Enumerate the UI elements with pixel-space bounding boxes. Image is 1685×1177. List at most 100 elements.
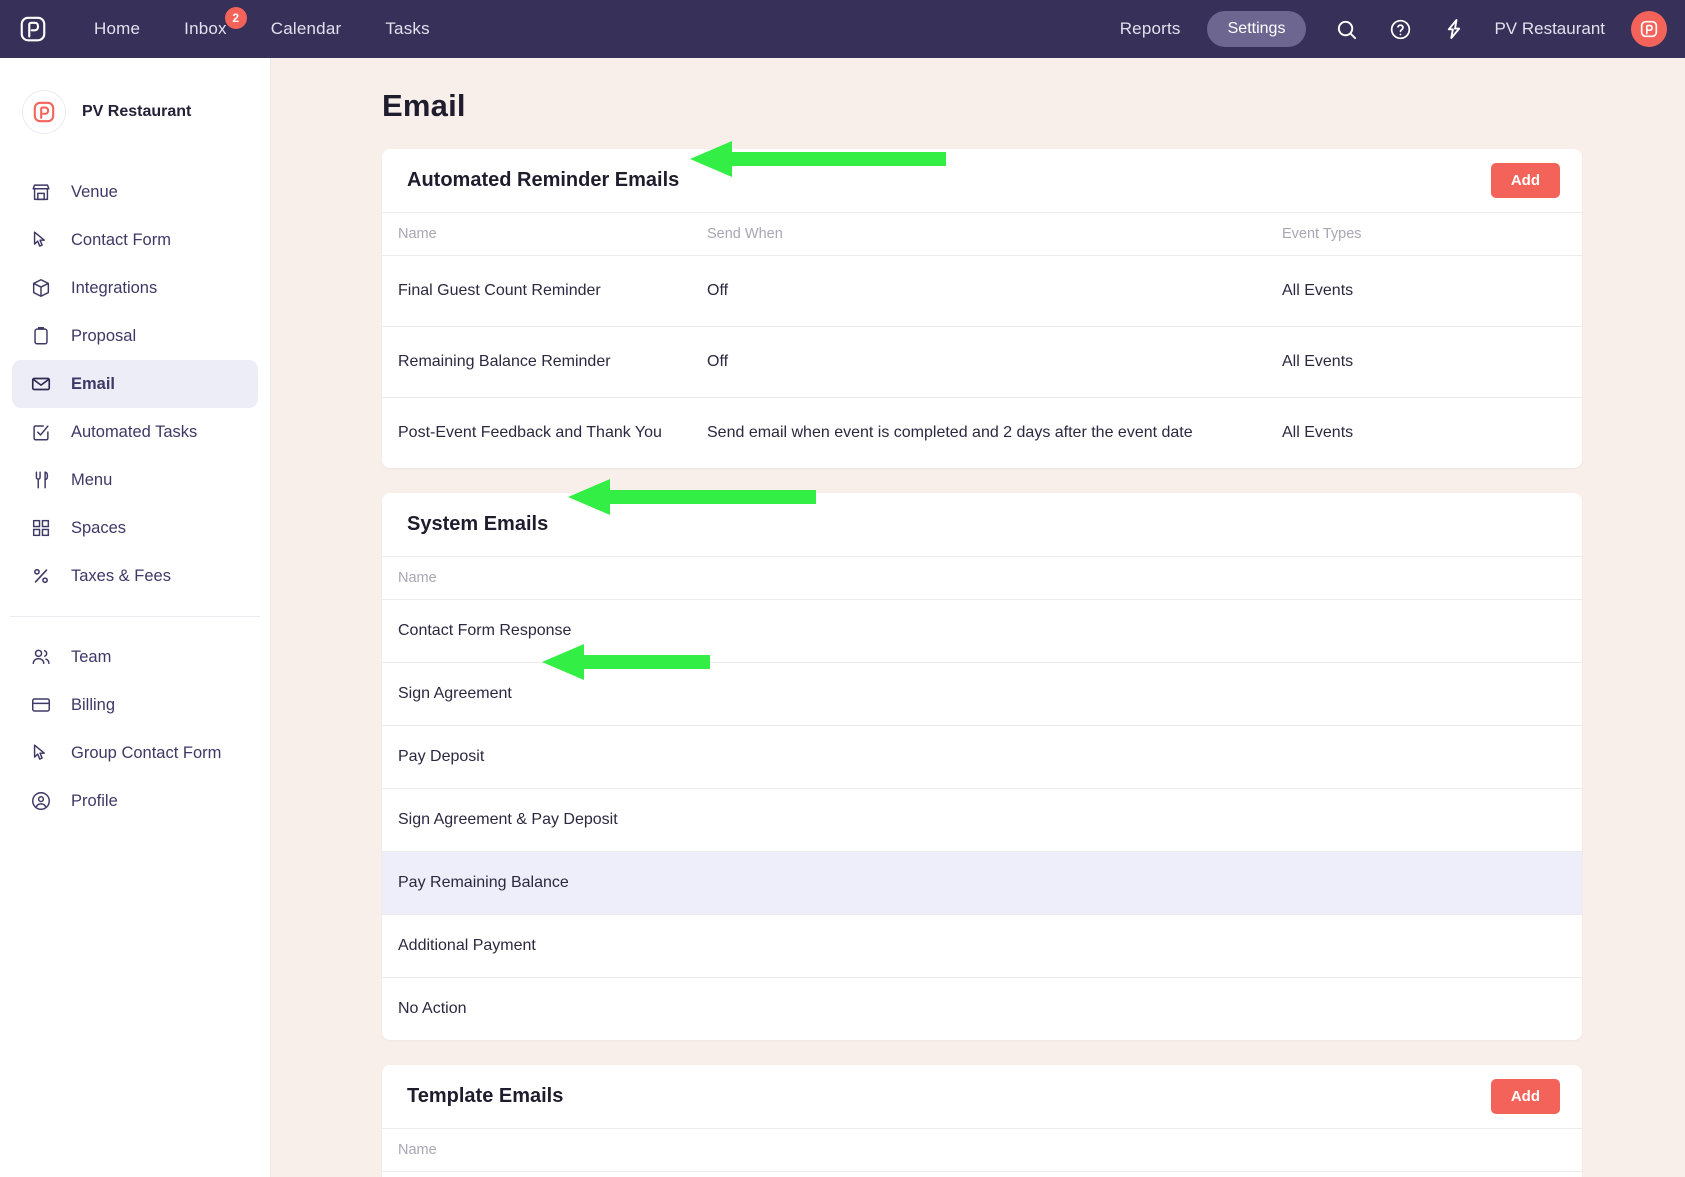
help-circle-icon[interactable] [1386, 15, 1414, 43]
column-header-name: Name [382, 556, 1582, 600]
search-icon[interactable] [1332, 15, 1360, 43]
nav-item-calendar-label: Calendar [270, 19, 342, 38]
table-row[interactable]: Remaining Balance Reminder Off All Event… [382, 326, 1582, 398]
sidebar-item-integrations[interactable]: Integrations [12, 264, 258, 312]
cell-name: Pay Remaining Balance [382, 851, 1582, 915]
cell-name: Additional Payment [382, 914, 1582, 978]
envelope-icon [29, 372, 53, 396]
sidebar-item-spaces[interactable]: Spaces [12, 504, 258, 552]
table-automated-reminder-emails: Name Send When Event Types Final Guest C… [382, 212, 1582, 468]
sidebar-item-automated-tasks[interactable]: Automated Tasks [12, 408, 258, 456]
cell-name: Sign Agreement & Pay Deposit [382, 788, 1582, 852]
sidebar-item-email-label: Email [71, 374, 116, 393]
sidebar-item-taxes-fees[interactable]: Taxes & Fees [12, 552, 258, 600]
cell-send-when: Off [707, 255, 1282, 327]
sidebar-item-profile[interactable]: Profile [12, 777, 258, 825]
sidebar-item-taxes-fees-label: Taxes & Fees [71, 566, 171, 585]
card-header-template: Template Emails Add [382, 1065, 1582, 1128]
column-header-event-types: Event Types [1282, 212, 1522, 256]
sidebar-item-billing[interactable]: Billing [12, 681, 258, 729]
table-row[interactable]: Sign Agreement & Pay Deposit [382, 788, 1582, 852]
sidebar-org-header[interactable]: PV Restaurant [0, 78, 270, 146]
sidebar-item-billing-label: Billing [71, 695, 116, 714]
package-box-icon [29, 276, 53, 300]
cell-send-when: Off [707, 326, 1282, 398]
nav-item-inbox[interactable]: Inbox 2 [184, 7, 247, 39]
table-row[interactable]: Final Guest Count Reminder Off All Event… [382, 255, 1582, 327]
cell-event-types: All Events [1282, 326, 1522, 398]
table-row[interactable]: No Action [382, 978, 1582, 1041]
card-header-automated: Automated Reminder Emails Add [382, 149, 1582, 212]
sidebar-item-profile-label: Profile [71, 791, 118, 810]
section-title-automated: Automated Reminder Emails [407, 169, 680, 191]
nav-item-reports-label: Reports [1119, 19, 1181, 38]
sidebar-item-venue-label: Venue [71, 182, 118, 201]
main-content: Email Automated Reminder Emails Add Name… [271, 58, 1685, 1177]
cell-event-types: All Events [1282, 255, 1522, 327]
cell-name: Contact Form Response [382, 599, 1582, 663]
cell-actions [1522, 326, 1582, 398]
cell-actions [1522, 255, 1582, 327]
sidebar-item-group-contact-form[interactable]: Group Contact Form [12, 729, 258, 777]
pv-logo-icon[interactable] [16, 12, 50, 46]
avatar[interactable] [1631, 11, 1667, 47]
table-row[interactable]: Post-Event Feedback and Thank You Send e… [382, 398, 1582, 469]
table-header-row: Name [382, 556, 1582, 600]
account-name[interactable]: PV Restaurant [1494, 19, 1605, 39]
nav-item-reports[interactable]: Reports [1120, 19, 1181, 39]
nav-item-home-label: Home [94, 19, 141, 38]
sidebar-item-team[interactable]: Team [12, 633, 258, 681]
cell-send-when: Send email when event is completed and 2… [707, 424, 1193, 441]
cell-name: New Event Software Email [382, 1172, 1462, 1177]
nav-item-tasks[interactable]: Tasks [385, 19, 429, 39]
cell-name: Post-Event Feedback and Thank You [398, 424, 662, 441]
primary-nav: Home Inbox 2 Calendar Tasks [94, 7, 430, 39]
user-circle-icon [29, 789, 53, 813]
nav-item-settings[interactable]: Settings [1206, 11, 1307, 47]
cell-actions [1462, 1172, 1582, 1177]
section-title-template: Template Emails [407, 1085, 564, 1107]
table-header-row: Name Send When Event Types [382, 212, 1582, 256]
table-row[interactable]: New Event Software Email [382, 1172, 1582, 1177]
sidebar-item-automated-tasks-label: Automated Tasks [71, 422, 198, 441]
lightning-bolt-icon[interactable] [1440, 15, 1468, 43]
table-row[interactable]: Pay Deposit [382, 725, 1582, 789]
percent-icon [29, 564, 53, 588]
table-system-emails: Name Contact Form Response Sign Agreemen… [382, 556, 1582, 1040]
cell-event-types: All Events [1282, 424, 1354, 441]
section-title-system: System Emails [407, 513, 549, 535]
card-system-emails: System Emails Name Contact Form Response… [382, 493, 1582, 1040]
sidebar-item-group-contact-form-label: Group Contact Form [71, 743, 222, 762]
cell-name: Remaining Balance Reminder [382, 326, 707, 398]
table-row-highlighted[interactable]: Pay Remaining Balance [382, 851, 1582, 915]
sidebar-item-menu[interactable]: Menu [12, 456, 258, 504]
card-header-system: System Emails [382, 493, 1582, 556]
nav-item-calendar[interactable]: Calendar [271, 19, 342, 39]
table-row[interactable]: Sign Agreement [382, 662, 1582, 726]
sidebar-item-team-label: Team [71, 647, 112, 666]
sidebar-item-proposal-label: Proposal [71, 326, 137, 345]
sidebar-item-proposal[interactable]: Proposal [12, 312, 258, 360]
sidebar-item-venue[interactable]: Venue [12, 168, 258, 216]
cursor-arrow-icon [29, 741, 53, 765]
table-row[interactable]: Additional Payment [382, 914, 1582, 978]
add-automated-reminder-button[interactable]: Add [1490, 163, 1560, 198]
sidebar-item-contact-form[interactable]: Contact Form [12, 216, 258, 264]
card-automated-reminder-emails: Automated Reminder Emails Add Name Send … [382, 149, 1582, 468]
cell-actions [1522, 398, 1582, 469]
nav-item-home[interactable]: Home [94, 19, 140, 39]
cursor-arrow-icon [29, 228, 53, 252]
sidebar: PV Restaurant Venue Contact Form Integra… [0, 58, 271, 1177]
cell-name: Pay Deposit [382, 725, 1582, 789]
sidebar-secondary-items: Team Billing Group Contact Form Profile [0, 633, 270, 825]
add-template-email-button[interactable]: Add [1490, 1079, 1560, 1114]
sidebar-item-spaces-label: Spaces [71, 518, 127, 537]
cell-name: No Action [398, 1000, 467, 1017]
table-row[interactable]: Contact Form Response [382, 599, 1582, 663]
sidebar-item-email[interactable]: Email [12, 360, 258, 408]
checkbox-check-icon [29, 420, 53, 444]
grid-squares-icon [29, 516, 53, 540]
sidebar-org-name: PV Restaurant [82, 103, 192, 120]
sidebar-divider [10, 616, 260, 617]
secondary-nav: Reports Settings PV Restaurant [1120, 11, 1685, 47]
